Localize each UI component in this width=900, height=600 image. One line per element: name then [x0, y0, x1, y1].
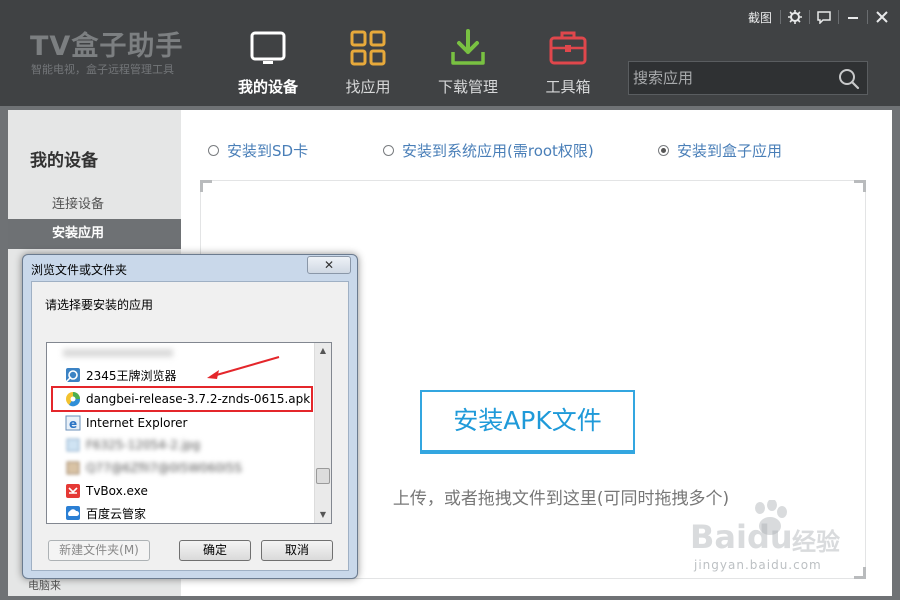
nav-my-devices[interactable]: 我的设备	[222, 28, 312, 100]
sidebar-partial-label: 电脑来	[28, 579, 61, 592]
option-install-system-app[interactable]: 安装到系统应用(需root权限)	[383, 140, 594, 161]
radio-button[interactable]	[208, 145, 219, 156]
scroll-down-arrow[interactable]: ▼	[315, 507, 331, 523]
search-box	[628, 61, 868, 95]
ok-button[interactable]: 确定	[179, 540, 251, 561]
scroll-thumb[interactable]	[316, 468, 330, 484]
scrollbar[interactable]: ▲ ▼	[314, 343, 331, 523]
corner-mark	[854, 180, 866, 192]
file-icon	[66, 461, 80, 475]
sidebar-item-connect-device[interactable]: 连接设备	[8, 190, 181, 220]
dialog-close-button[interactable]: ✕	[307, 256, 351, 274]
install-apk-button[interactable]: 安装APK文件	[420, 390, 635, 454]
minimize-icon[interactable]	[841, 6, 865, 28]
list-item[interactable]: 百度云管家	[65, 503, 146, 523]
nav-label: 我的设备	[237, 78, 298, 96]
option-label: 安装到系统应用(需root权限)	[402, 142, 594, 160]
dialog-prompt: 请选择要安装的应用	[45, 298, 154, 312]
option-label: 安装到盒子应用	[677, 142, 783, 160]
divider	[838, 10, 839, 24]
brand-title: TV盒子助手	[30, 31, 184, 62]
radio-button-checked[interactable]	[658, 145, 669, 156]
browse-folder-dialog: 浏览文件或文件夹 ✕ 请选择要安装的应用 2345王牌浏览器 dangbei-r…	[22, 254, 358, 579]
corner-mark	[200, 180, 212, 192]
sidebar-item-install-apps[interactable]: 安装应用	[8, 219, 181, 249]
grid-icon	[350, 30, 386, 66]
brand-subtitle: 智能电视，盒子远程管理工具	[31, 63, 174, 76]
red-arrow-icon	[207, 356, 280, 379]
new-folder-button[interactable]: 新建文件夹(M)	[48, 540, 150, 561]
baidu-cloud-icon	[66, 506, 80, 520]
screenshot-button[interactable]: 截图	[742, 6, 778, 28]
tv-icon	[250, 31, 286, 64]
svg-text:e: e	[69, 417, 77, 431]
search-icon[interactable]	[837, 67, 861, 91]
list-item[interactable]: e Internet Explorer	[65, 413, 187, 433]
image-file-icon	[66, 438, 80, 452]
nav-label: 找应用	[345, 78, 391, 96]
app-header: TV盒子助手 智能电视，盒子远程管理工具 我的设备 找应用 下载管理 工具箱 搜…	[0, 0, 900, 106]
scroll-up-arrow[interactable]: ▲	[315, 343, 331, 359]
nav-download-manager[interactable]: 下载管理	[422, 28, 512, 100]
toolbox-icon	[549, 31, 587, 65]
search-input[interactable]	[633, 65, 829, 91]
list-item-blurred[interactable]: F6325-12054-2.jpg	[65, 435, 200, 455]
divider	[809, 10, 810, 24]
nav-find-apps[interactable]: 找应用	[322, 28, 412, 100]
download-icon	[451, 29, 485, 65]
dialog-body: 请选择要安装的应用 2345王牌浏览器 dangbei-release-3.7.…	[31, 281, 349, 571]
nav-toolbox[interactable]: 工具箱	[522, 28, 612, 100]
option-label: 安装到SD卡	[227, 142, 309, 160]
list-item-blurred[interactable]: Q77@6ZfII7@0I5W060I5S	[65, 458, 242, 478]
folder-tree[interactable]: 2345王牌浏览器 dangbei-release-3.7.2-znds-061…	[46, 342, 332, 524]
close-icon[interactable]	[870, 6, 894, 28]
title-toolbar: 截图	[742, 6, 894, 28]
option-install-box-app[interactable]: 安装到盒子应用	[658, 140, 782, 161]
cancel-button[interactable]: 取消	[261, 540, 333, 561]
dialog-title: 浏览文件或文件夹	[31, 263, 128, 277]
nav-label: 下载管理	[437, 78, 498, 96]
radio-button[interactable]	[383, 145, 394, 156]
list-item[interactable]: TvBox.exe	[65, 481, 148, 501]
chat-icon[interactable]	[812, 6, 836, 28]
nav-label: 工具箱	[545, 78, 591, 96]
sidebar-title: 我的设备	[30, 151, 98, 171]
gear-icon[interactable]	[783, 6, 807, 28]
divider	[780, 10, 781, 24]
tvbox-icon	[66, 484, 80, 498]
option-install-sd-card[interactable]: 安装到SD卡	[208, 140, 308, 161]
ie-icon: e	[65, 415, 81, 431]
divider	[867, 10, 868, 24]
corner-mark	[854, 567, 866, 579]
